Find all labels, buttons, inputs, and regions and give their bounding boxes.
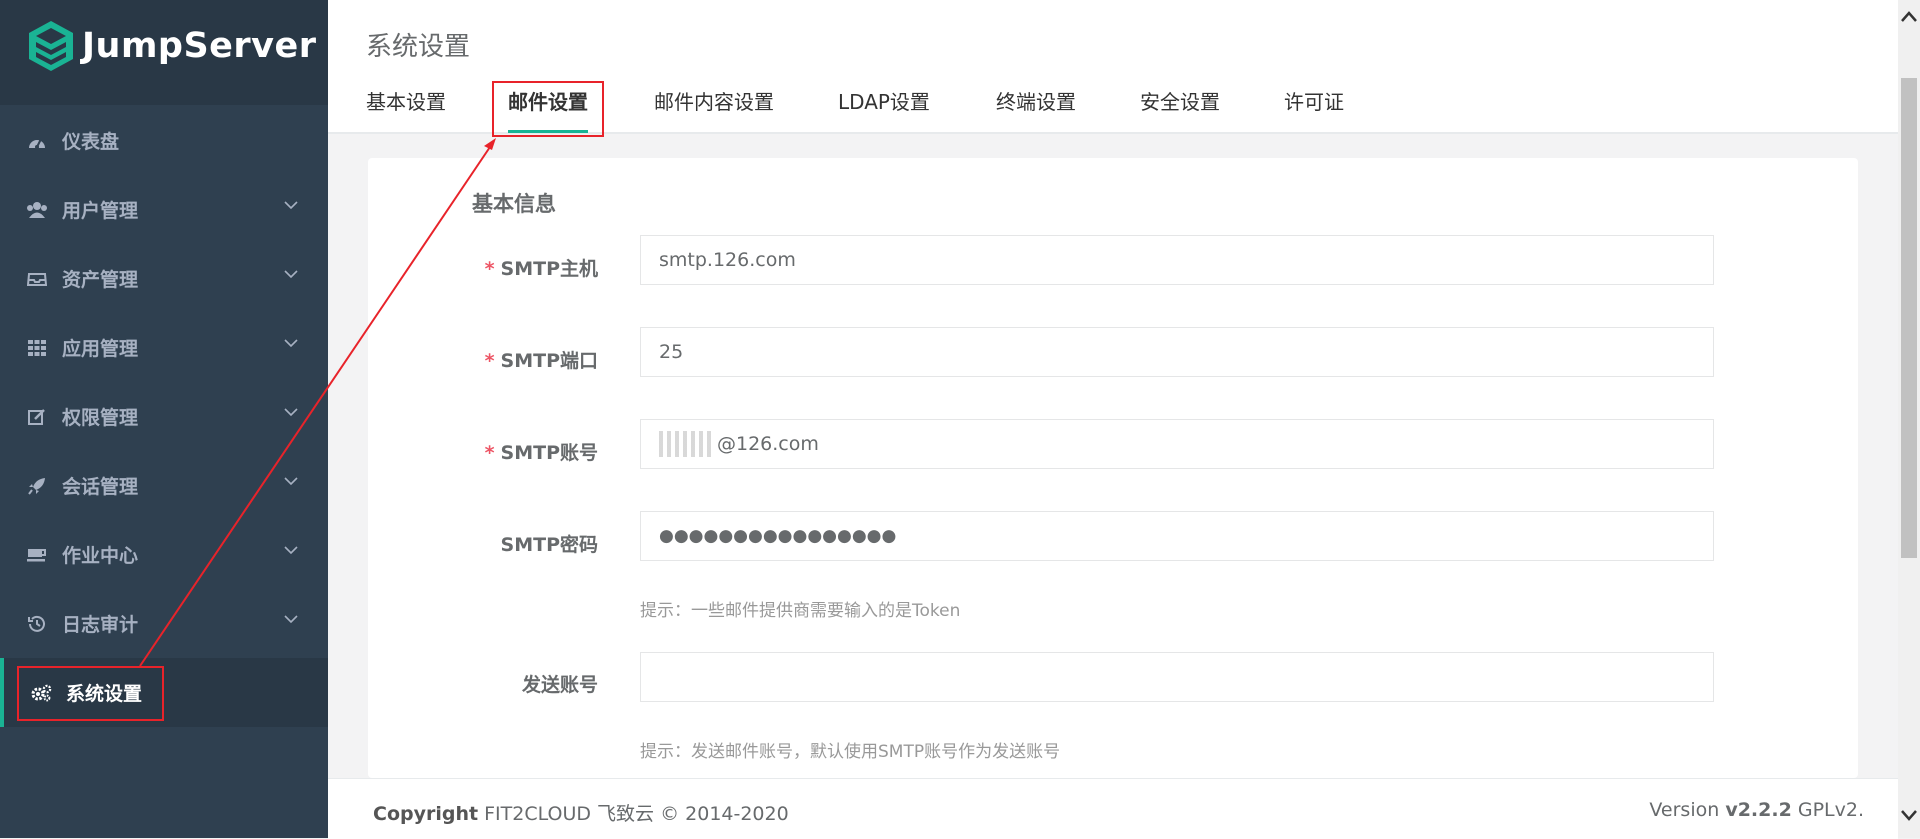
sidebar-item-label: 作业中心 xyxy=(62,545,139,567)
smtp-host-value: smtp.126.com xyxy=(659,249,796,271)
tab-ldap-settings[interactable]: LDAP设置 xyxy=(838,86,930,115)
edit-icon xyxy=(26,406,48,428)
chevron-down-icon xyxy=(284,270,298,279)
page-title: 系统设置 xyxy=(366,32,471,62)
sidebar-item-audit-logs[interactable]: 日志审计 xyxy=(0,589,328,658)
sidebar-item-label: 日志审计 xyxy=(62,614,139,636)
smtp-port-value: 25 xyxy=(659,341,684,363)
smtp-account-value: @126.com xyxy=(717,433,819,455)
sidebar-item-assets[interactable]: 资产管理 xyxy=(0,244,328,313)
tab-license[interactable]: 许可证 xyxy=(1284,86,1344,115)
smtp-account-input[interactable]: @126.com xyxy=(640,419,1714,469)
tab-terminal-settings[interactable]: 终端设置 xyxy=(996,86,1076,115)
tab-email-content-settings[interactable]: 邮件内容设置 xyxy=(654,86,774,115)
sidebar-item-label: 系统设置 xyxy=(66,683,143,705)
chevron-down-icon xyxy=(284,615,298,624)
inbox-icon xyxy=(26,268,48,290)
rocket-icon xyxy=(26,475,48,497)
section-title: 基本信息 xyxy=(472,192,556,216)
scroll-thumb[interactable] xyxy=(1901,78,1917,558)
sidebar-item-dashboard[interactable]: 仪表盘 xyxy=(0,106,328,175)
sidebar-item-label: 仪表盘 xyxy=(62,131,120,153)
grid-icon xyxy=(26,337,48,359)
coffee-icon xyxy=(26,544,48,566)
brand-name: JumpServer xyxy=(82,26,317,66)
scroll-down-icon[interactable] xyxy=(1900,808,1918,822)
jumpserver-logo-icon xyxy=(29,21,73,71)
smtp-host-label: * SMTP主机 xyxy=(484,258,598,280)
dashboard-icon xyxy=(26,130,48,152)
settings-form-card: 基本信息 * SMTP主机 smtp.126.com * SMTP端口 25 * SM… xyxy=(368,158,1858,778)
sidebar-item-label: 资产管理 xyxy=(62,269,139,291)
required-mark: * xyxy=(484,258,495,280)
sidebar-item-label: 权限管理 xyxy=(62,407,139,429)
smtp-account-label: * SMTP账号 xyxy=(484,442,598,464)
logo-area[interactable]: JumpServer xyxy=(0,0,328,105)
tab-basic-settings[interactable]: 基本设置 xyxy=(366,86,446,115)
smtp-password-input[interactable]: ●●●●●●●●●●●●●●●● xyxy=(640,511,1714,561)
smtp-port-label: * SMTP端口 xyxy=(484,350,598,372)
sidebar-item-sessions[interactable]: 会话管理 xyxy=(0,451,328,520)
smtp-password-hint: 提示：一些邮件提供商需要输入的是Token xyxy=(640,601,961,621)
required-mark: * xyxy=(484,442,495,464)
smtp-password-value: ●●●●●●●●●●●●●●●● xyxy=(659,526,897,546)
sidebar-item-label: 应用管理 xyxy=(62,338,139,360)
required-mark: * xyxy=(484,350,495,372)
users-icon xyxy=(26,199,48,221)
redacted-text xyxy=(659,431,711,457)
history-icon xyxy=(26,613,48,635)
tab-security-settings[interactable]: 安全设置 xyxy=(1140,86,1220,115)
sidebar: JumpServer 仪表盘 用户管理 资产管理 应用管理 权限管理 会话管理 … xyxy=(0,0,328,838)
scroll-up-icon[interactable] xyxy=(1900,10,1918,24)
page-scrollbar[interactable] xyxy=(1898,0,1920,838)
main-content: 系统设置 基本设置 邮件设置 邮件内容设置 LDAP设置 终端设置 安全设置 许… xyxy=(328,0,1898,839)
smtp-password-label: SMTP密码 xyxy=(500,534,598,556)
sender-account-label: 发送账号 xyxy=(521,674,598,696)
tab-email-settings[interactable]: 邮件设置 xyxy=(508,86,588,133)
sidebar-item-users[interactable]: 用户管理 xyxy=(0,175,328,244)
sidebar-item-permissions[interactable]: 权限管理 xyxy=(0,382,328,451)
gears-icon xyxy=(30,682,52,704)
sidebar-item-jobs[interactable]: 作业中心 xyxy=(0,520,328,589)
sidebar-item-label: 会话管理 xyxy=(62,476,139,498)
chevron-down-icon xyxy=(284,546,298,555)
chevron-down-icon xyxy=(284,408,298,417)
page-header: 系统设置 基本设置 邮件设置 邮件内容设置 LDAP设置 终端设置 安全设置 许… xyxy=(328,0,1898,137)
sender-account-input[interactable] xyxy=(640,652,1714,702)
sidebar-item-applications[interactable]: 应用管理 xyxy=(0,313,328,382)
sidebar-item-system-settings[interactable]: 系统设置 xyxy=(0,658,328,727)
smtp-port-input[interactable]: 25 xyxy=(640,327,1714,377)
chevron-down-icon xyxy=(284,339,298,348)
version-info: Version v2.2.2 GPLv2. xyxy=(1649,799,1864,821)
chevron-down-icon xyxy=(284,477,298,486)
footer: Copyright FIT2CLOUD 飞致云 © 2014-2020 Vers… xyxy=(328,778,1898,839)
sidebar-item-label: 用户管理 xyxy=(62,200,139,222)
copyright: Copyright FIT2CLOUD 飞致云 © 2014-2020 xyxy=(373,803,789,825)
sender-account-hint: 提示：发送邮件账号，默认使用SMTP账号作为发送账号 xyxy=(640,742,1061,762)
chevron-down-icon xyxy=(284,201,298,210)
smtp-host-input[interactable]: smtp.126.com xyxy=(640,235,1714,285)
